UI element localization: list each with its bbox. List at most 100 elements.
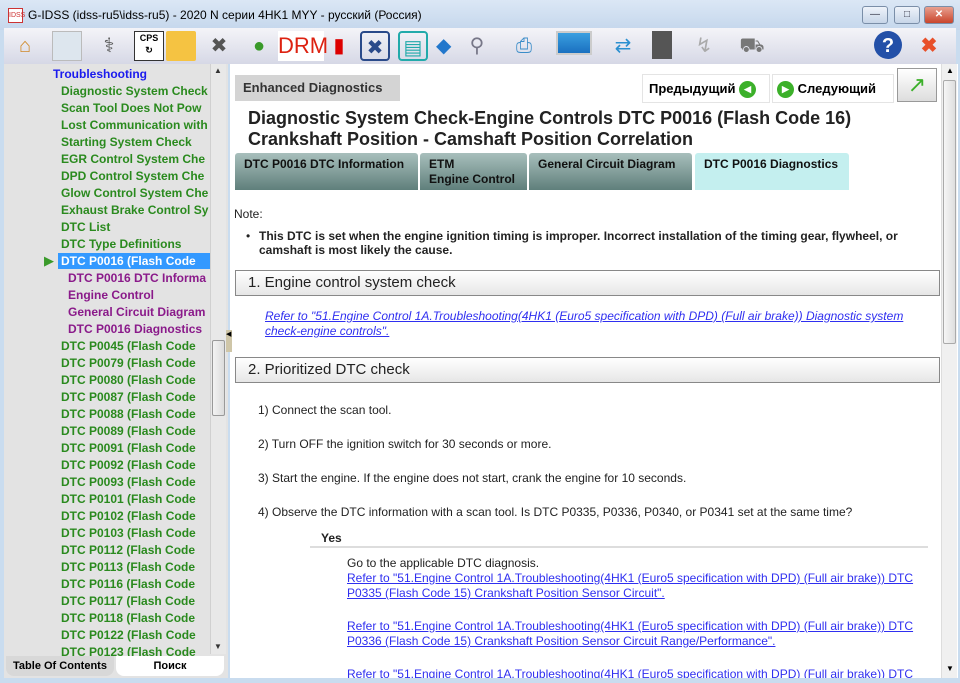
close-window-button[interactable]: ✕ [924,6,954,24]
link-dtc-p0340[interactable]: Refer to "51.Engine Control 1A.Troublesh… [347,667,927,678]
tab-table-of-contents[interactable]: Table Of Contents [6,656,114,676]
tab-etm-engine-control[interactable]: ETM Engine Control [420,153,527,190]
toc-item[interactable]: DTC P0087 (Flash Code [61,389,210,405]
toc-subitem[interactable]: DTC P0016 DTC Informa [68,270,210,286]
toc-item[interactable]: DTC P0117 (Flash Code [61,593,210,609]
link-dtc-p0336[interactable]: Refer to "51.Engine Control 1A.Troublesh… [347,619,927,649]
toc-item[interactable]: Glow Control System Che [61,185,210,201]
open-new-window-icon[interactable]: ↗ [897,68,937,102]
toc-item[interactable]: Exhaust Brake Control Sy [61,202,210,218]
toc-item[interactable]: Diagnostic System Check [61,83,210,99]
toc-item[interactable]: DTC P0103 (Flash Code [61,525,210,541]
toc-item-selected[interactable]: DTC P0016 (Flash Code [58,253,210,269]
toc-item[interactable]: EGR Control System Che [61,151,210,167]
toc-subitem[interactable]: General Circuit Diagram [68,304,210,320]
previous-button[interactable]: Предыдущий ◀ [642,74,770,103]
tab-label: ETM [429,157,455,171]
health-report-icon[interactable]: ✖ [360,31,390,61]
laptop-icon[interactable] [556,31,592,55]
truck-icon[interactable]: ⛟ [734,31,770,61]
toc-item[interactable]: DTC P0101 (Flash Code [61,491,210,507]
toc-scrollbar-thumb[interactable] [212,340,225,416]
app-logo-icon: IDSS [8,8,25,23]
cps-icon[interactable]: CPS ↻ [134,31,164,61]
toc-item[interactable]: DTC P0102 (Flash Code [61,508,210,524]
toc-item[interactable]: DTC P0113 (Flash Code [61,559,210,575]
enhanced-diagnostics-button[interactable]: Enhanced Diagnostics [235,75,400,101]
toc-root[interactable]: Troubleshooting [53,66,147,82]
panel-collapse-handle[interactable]: ◀ [226,330,232,352]
previous-label: Предыдущий [649,81,736,96]
toc-item[interactable]: DTC Type Definitions [61,236,210,252]
toc-item[interactable]: DTC P0112 (Flash Code [61,542,210,558]
connection-sync-icon[interactable]: ⇄ [602,31,644,61]
page-title: Diagnostic System Check-Engine Controls … [248,108,851,150]
toc-item[interactable]: DTC P0122 (Flash Code [61,627,210,643]
content-scrollbar[interactable]: ▲ ▼ [941,64,957,678]
book-icon[interactable] [52,31,82,61]
link-diagnostic-system-check[interactable]: Refer to "51.Engine Control 1A.Troublesh… [265,309,925,339]
help-icon[interactable]: ? [874,31,902,59]
arrow-left-icon: ◀ [739,81,757,99]
tab-search[interactable]: Поиск [116,656,224,676]
toc-item[interactable]: Lost Communication with [61,117,210,133]
tab-dtc-diagnostics[interactable]: DTC P0016 Diagnostics [695,153,849,190]
yes-label: Yes [321,531,342,545]
frog-icon[interactable]: ● [244,31,274,61]
maximize-button[interactable]: □ [894,6,920,24]
toc-item[interactable]: DTC P0080 (Flash Code [61,372,210,388]
tab-dtc-information[interactable]: DTC P0016 DTC Information [235,153,418,190]
minimize-button[interactable]: — [862,6,888,24]
scroll-up-icon[interactable]: ▲ [214,66,222,75]
note-text: This DTC is set when the engine ignition… [259,229,898,257]
content-scrollbar-thumb[interactable] [943,80,956,344]
toc-subitem[interactable]: DTC P0016 Diagnostics [68,321,210,337]
section-engine-control-check: 1. Engine control system check [235,270,940,296]
toc-item[interactable]: Starting System Check [61,134,210,150]
link-dtc-p0335[interactable]: Refer to "51.Engine Control 1A.Troublesh… [347,571,927,601]
step-2: 2) Turn OFF the ignition switch for 30 s… [258,437,552,451]
toc-item[interactable]: DTC List [61,219,210,235]
current-item-arrow-icon: ▶ [44,253,54,268]
printer-icon[interactable]: ⎙ [509,31,539,61]
tools-icon[interactable]: ✖ [204,31,234,61]
vehicle-laptop-icon[interactable]: ▤ [398,31,428,61]
tab-label: DTC P0016 DTC Information [244,157,405,171]
lightning-icon[interactable]: ↯ [682,31,726,61]
bullet-icon: • [246,229,251,243]
table-of-contents-panel: Troubleshooting Diagnostic System Check … [4,64,228,678]
toc-item[interactable]: DTC P0089 (Flash Code [61,423,210,439]
yes-text: Go to the applicable DTC diagnosis. [347,556,540,570]
step-4: 4) Observe the DTC information with a sc… [258,505,853,519]
truck-diagnostic-icon[interactable]: ⚕ [94,31,124,61]
next-button[interactable]: ▶ Следующий [772,74,894,103]
toc-item[interactable]: DTC P0118 (Flash Code [61,610,210,626]
step-1: 1) Connect the scan tool. [258,403,392,417]
toc-subitem[interactable]: Engine Control [68,287,210,303]
device-icon[interactable] [652,31,672,59]
exit-icon[interactable]: ✖ [914,31,944,61]
tab-general-circuit-diagram[interactable]: General Circuit Diagram [529,153,692,190]
toc-item[interactable]: DTC P0116 (Flash Code [61,576,210,592]
toc-scrollbar[interactable]: ▲ ▼ [210,64,226,654]
home-icon[interactable]: ⌂ [10,31,40,61]
scroll-up-icon[interactable]: ▲ [946,66,954,75]
toc-item[interactable]: DTC P0079 (Flash Code [61,355,210,371]
g-idss-chart-icon[interactable]: ▮ [324,31,354,61]
toc-item[interactable]: Scan Tool Does Not Pow [61,100,210,116]
title-bar: IDSS G-IDSS (idss-ru5\idss-ru5) - 2020 N… [0,0,960,30]
toc-item[interactable]: DTC P0045 (Flash Code [61,338,210,354]
folder-icon[interactable] [166,31,196,61]
splitter-icon[interactable]: ◆ [436,31,451,61]
toolbar: ⌂ ⚕ CPS ↻ ✖ ● DRM ▮ ✖ ▤ ◆ ⚲ ⎙ ⇄ ↯ ⛟ ? ✖ [4,28,956,64]
toc-item[interactable]: DTC P0091 (Flash Code [61,440,210,456]
divider [310,546,928,548]
scroll-down-icon[interactable]: ▼ [214,642,222,651]
toc-item[interactable]: DTC P0093 (Flash Code [61,474,210,490]
toc-item[interactable]: DTC P0092 (Flash Code [61,457,210,473]
scroll-down-icon[interactable]: ▼ [946,664,954,673]
drm-icon[interactable]: DRM [278,31,328,61]
toc-item[interactable]: DTC P0088 (Flash Code [61,406,210,422]
search-icon[interactable]: ⚲ [462,31,492,61]
toc-item[interactable]: DPD Control System Che [61,168,210,184]
